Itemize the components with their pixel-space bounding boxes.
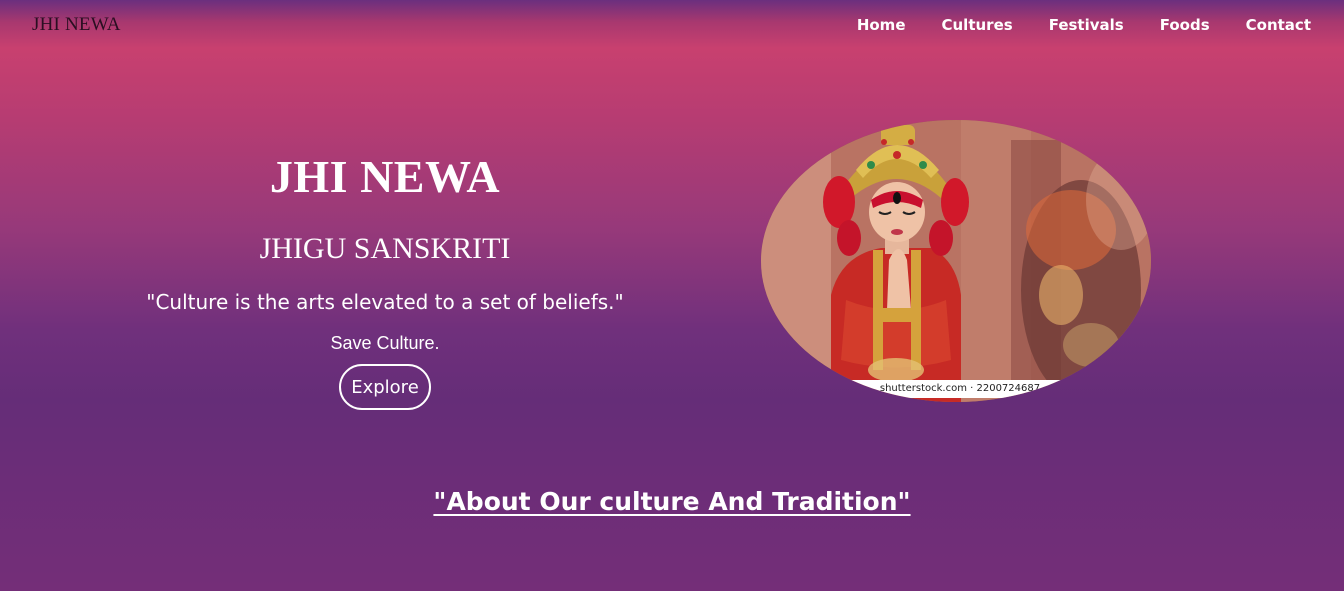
kumari-photo-illustration — [761, 120, 1151, 402]
hero-quote: "Culture is the arts elevated to a set o… — [146, 290, 624, 314]
hero-title: JHI NEWA — [269, 151, 501, 202]
hero-tagline: Save Culture. — [330, 333, 440, 353]
hero-subtitle: JHIGU SANSKRITI — [259, 232, 511, 265]
hero-section: JHI NEWA JHIGU SANSKRITI "Culture is the… — [135, 150, 635, 410]
nav-item-home[interactable]: Home — [857, 16, 906, 34]
explore-button[interactable]: Explore — [339, 364, 431, 410]
nav-item-contact[interactable]: Contact — [1246, 16, 1311, 34]
site-logo[interactable]: JHI NEWA — [32, 14, 121, 36]
nav-item-foods[interactable]: Foods — [1160, 16, 1210, 34]
main-nav: Home Cultures Festivals Foods Contact — [857, 16, 1311, 34]
image-watermark: shutterstock.com · 2200724687 — [761, 380, 1151, 398]
nav-item-festivals[interactable]: Festivals — [1049, 16, 1124, 34]
about-heading: "About Our culture And Tradition" — [433, 487, 911, 516]
hero-image: shutterstock.com · 2200724687 — [761, 120, 1151, 402]
nav-item-cultures[interactable]: Cultures — [942, 16, 1013, 34]
